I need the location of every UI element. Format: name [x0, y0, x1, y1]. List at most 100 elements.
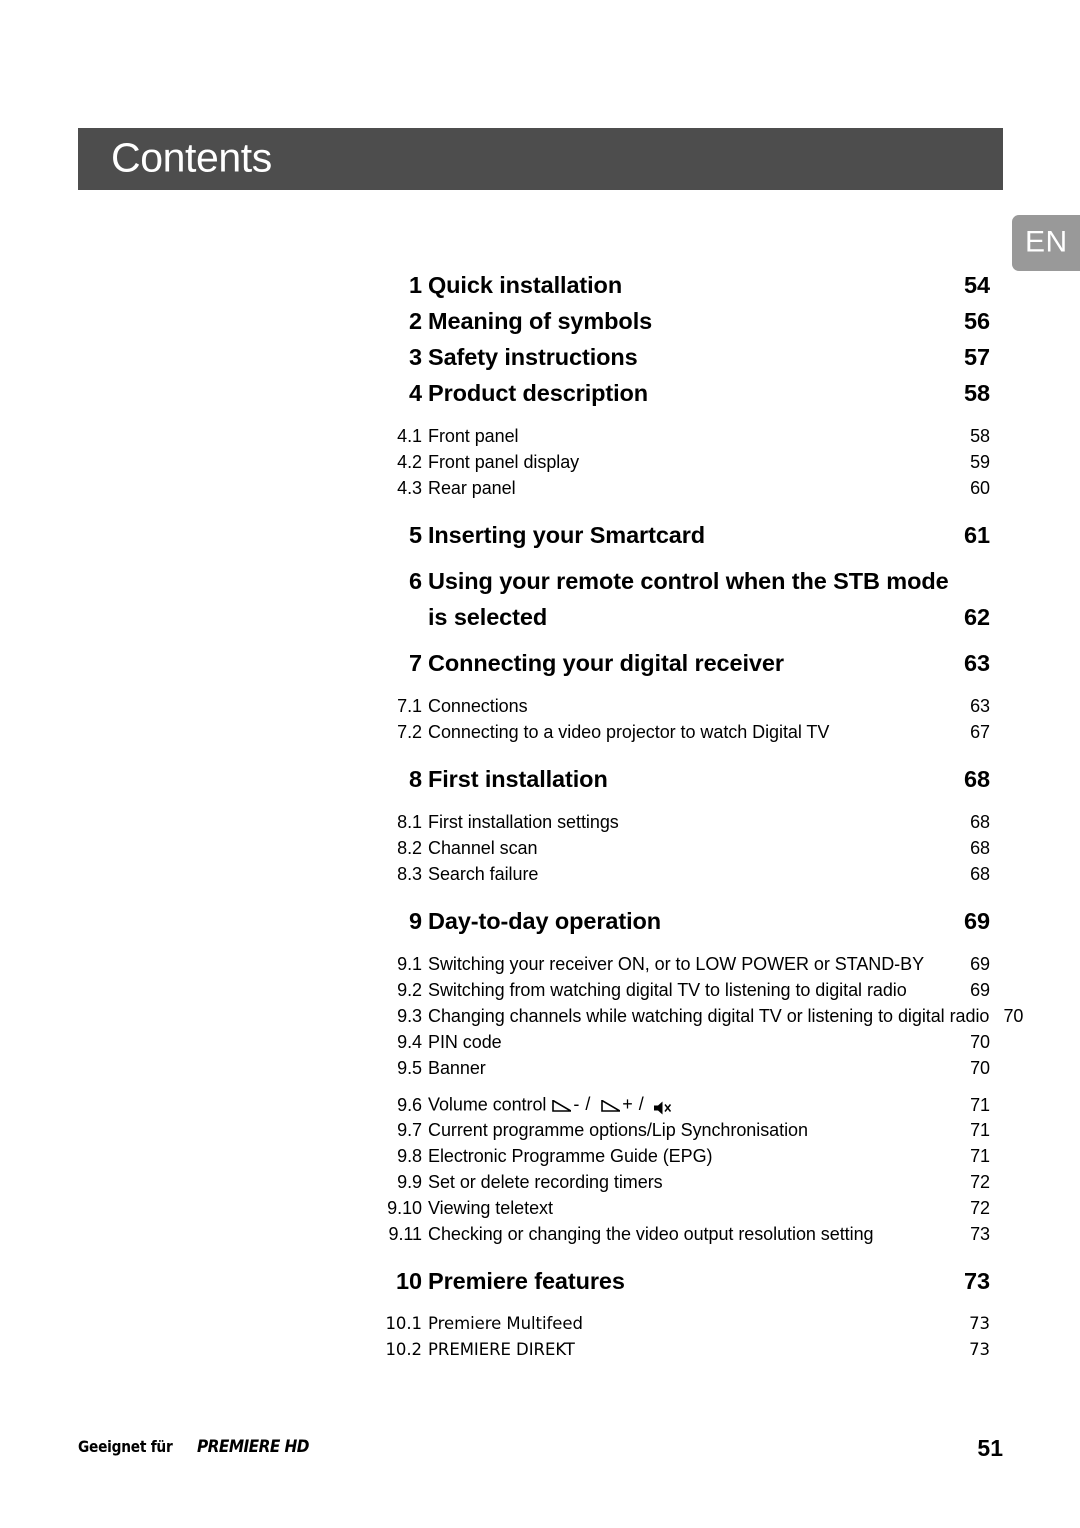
toc-entry-minor[interactable]: 9.3 Changing channels while watching digi… [0, 1006, 1080, 1032]
toc-entry-page-number: 69 [964, 908, 990, 934]
mute-icon [653, 1100, 672, 1116]
toc-entry-label: Front panel [428, 426, 519, 446]
toc-entry-number: 9.8 [397, 1146, 422, 1166]
toc-entry-number: 4 [409, 380, 422, 406]
toc-entry-number: 9.7 [397, 1120, 422, 1140]
toc-entry-label: Using your remote control when the STB m… [428, 568, 949, 594]
toc-spacer [0, 416, 1080, 426]
contents-header-bar: Contents [78, 128, 1003, 190]
toc-entry-minor[interactable]: 10.2 PREMIERE DIREKT 73 [0, 1340, 1080, 1366]
toc-entry-page-number: 73 [964, 1268, 990, 1294]
toc-entry-minor[interactable]: 9.11 Checking or changing the video outpu… [0, 1224, 1080, 1250]
toc-entry-number: 10 [396, 1268, 422, 1294]
footer-brand: Geeignet für PREMIERE HD [78, 1437, 321, 1457]
toc-spacer [0, 686, 1080, 696]
toc-entry-label: Switching from watching digital TV to li… [428, 980, 907, 1000]
toc-entry-label: is selected [428, 604, 548, 630]
toc-entry-number: 9.2 [397, 980, 422, 1000]
toc-entry-number: 9.4 [397, 1032, 422, 1052]
toc-entry-major[interactable]: 4 Product description 58 [0, 380, 1080, 416]
toc-entry-number: 9.6 [397, 1094, 422, 1115]
toc-spacer [0, 748, 1080, 766]
toc-spacer [0, 504, 1080, 522]
toc-entry-minor[interactable]: 8.1 First installation settings 68 [0, 812, 1080, 838]
toc-entry-label: PIN code [428, 1032, 502, 1052]
toc-entry-major[interactable]: 8 First installation 68 [0, 766, 1080, 802]
toc-entry-number: 7.2 [397, 722, 422, 742]
toc-entry-major[interactable]: is selected 62 [0, 604, 1080, 640]
toc-entry-major[interactable]: 9 Day-to-day operation 69 [0, 908, 1080, 944]
toc-entry-label: Search failure [428, 864, 539, 884]
footer-page-number: 51 [977, 1435, 1003, 1461]
toc-entry-major[interactable]: 3 Safety instructions 57 [0, 344, 1080, 380]
toc-entry-minor[interactable]: 7.1 Connections 63 [0, 696, 1080, 722]
toc-entry-number: 8.2 [397, 838, 422, 858]
toc-entry-number: 1 [409, 272, 422, 298]
toc-spacer [0, 640, 1080, 650]
toc-entry-page-number: 54 [964, 272, 990, 298]
toc-entry-minor[interactable]: 9.8 Electronic Programme Guide (EPG) 71 [0, 1146, 1080, 1172]
icon-separator: / [585, 1094, 591, 1114]
toc-entry-minor[interactable]: 9.2 Switching from watching digital TV to… [0, 980, 1080, 1006]
toc-entry-label: Day-to-day operation [428, 908, 662, 934]
toc-entry-major[interactable]: 1 Quick installation 54 [0, 272, 1080, 308]
toc-entry-label: Safety instructions [428, 344, 638, 370]
toc-spacer [0, 890, 1080, 908]
volume-up-icon [600, 1099, 621, 1112]
toc-entry-label: Rear panel [428, 478, 516, 498]
toc-entry-page-number: 67 [970, 722, 990, 742]
toc-entry-number: 9.1 [397, 954, 422, 974]
toc-entry-minor[interactable]: 7.2 Connecting to a video projector to wa… [0, 722, 1080, 748]
toc-entry-label: Changing channels while watching digital… [428, 1006, 990, 1026]
toc-entry-page-number: 73 [969, 1314, 990, 1333]
toc-entry-major[interactable]: 5 Inserting your Smartcard 61 [0, 522, 1080, 558]
volume-down-icon [551, 1099, 572, 1112]
toc-entry-major[interactable]: 10 Premiere features 73 [0, 1268, 1080, 1304]
toc-entry-page-number: 73 [969, 1340, 990, 1359]
toc-entry-label: Front panel display [428, 452, 580, 472]
toc-entry-minor[interactable]: 8.2 Channel scan 68 [0, 838, 1080, 864]
toc-entry-minor[interactable]: 4.2 Front panel display 59 [0, 452, 1080, 478]
toc-entry-page-number: 69 [970, 954, 990, 974]
toc-entry-minor[interactable]: 9.5 Banner 70 [0, 1058, 1080, 1084]
volume-up-sign: + [622, 1094, 633, 1114]
toc-entry-label: Connections [428, 696, 528, 716]
toc-entry-major[interactable]: 6 Using your remote control when the STB … [0, 568, 1080, 604]
toc-entry-minor[interactable]: 9.10 Viewing teletext 72 [0, 1198, 1080, 1224]
toc-entry-label: First installation settings [428, 812, 619, 832]
toc-entry-page-number: 60 [970, 478, 990, 498]
toc-spacer [0, 802, 1080, 812]
toc-entry-label: Banner [428, 1058, 486, 1078]
toc-entry-minor[interactable]: 10.1 Premiere Multifeed 73 [0, 1314, 1080, 1340]
toc-spacer [0, 944, 1080, 954]
toc-entry-label: Viewing teletext [428, 1198, 553, 1218]
toc-entry-page-number: 56 [964, 308, 990, 334]
toc-entry-minor[interactable]: 8.3 Search failure 68 [0, 864, 1080, 890]
toc-entry-major[interactable]: 2 Meaning of symbols 56 [0, 308, 1080, 344]
toc-entry-page-number: 69 [970, 980, 990, 1000]
volume-control-icons: - / + / [546, 1094, 671, 1115]
toc-entry-minor[interactable]: 4.3 Rear panel 60 [0, 478, 1080, 504]
toc-entry-number: 7 [409, 650, 422, 676]
toc-entry-number: 3 [409, 344, 422, 370]
toc-entry-label: PREMIERE DIREKT [428, 1340, 575, 1359]
toc-spacer [0, 558, 1080, 568]
volume-down-sign: - [573, 1094, 580, 1114]
toc-spacer [0, 1250, 1080, 1268]
page-footer: Geeignet für PREMIERE HD 51 [78, 1435, 1003, 1467]
toc-entry-minor[interactable]: 9.7 Current programme options/Lip Synchro… [0, 1120, 1080, 1146]
toc-entry-minor[interactable]: 9.6 Volume control - / +/ 71 [0, 1094, 1080, 1120]
toc-entry-number: 8.1 [397, 812, 422, 832]
toc-entry-page-number: 68 [970, 812, 990, 832]
page-title: Contents [111, 134, 272, 181]
toc-entry-minor[interactable]: 9.4 PIN code 70 [0, 1032, 1080, 1058]
toc-entry-label: Electronic Programme Guide (EPG) [428, 1146, 713, 1166]
toc-entry-minor[interactable]: 4.1 Front panel 58 [0, 426, 1080, 452]
toc-entry-page-number: 70 [1003, 1006, 1024, 1026]
toc-entry-page-number: 58 [964, 380, 990, 406]
toc-entry-major[interactable]: 7 Connecting your digital receiver 63 [0, 650, 1080, 686]
premiere-hd-logo: PREMIERE HD [196, 1437, 309, 1457]
toc-entry-minor[interactable]: 9.9 Set or delete recording timers 72 [0, 1172, 1080, 1198]
toc-entry-number: 4.1 [397, 426, 422, 446]
toc-entry-minor[interactable]: 9.1 Switching your receiver ON, or to LOW… [0, 954, 1080, 980]
